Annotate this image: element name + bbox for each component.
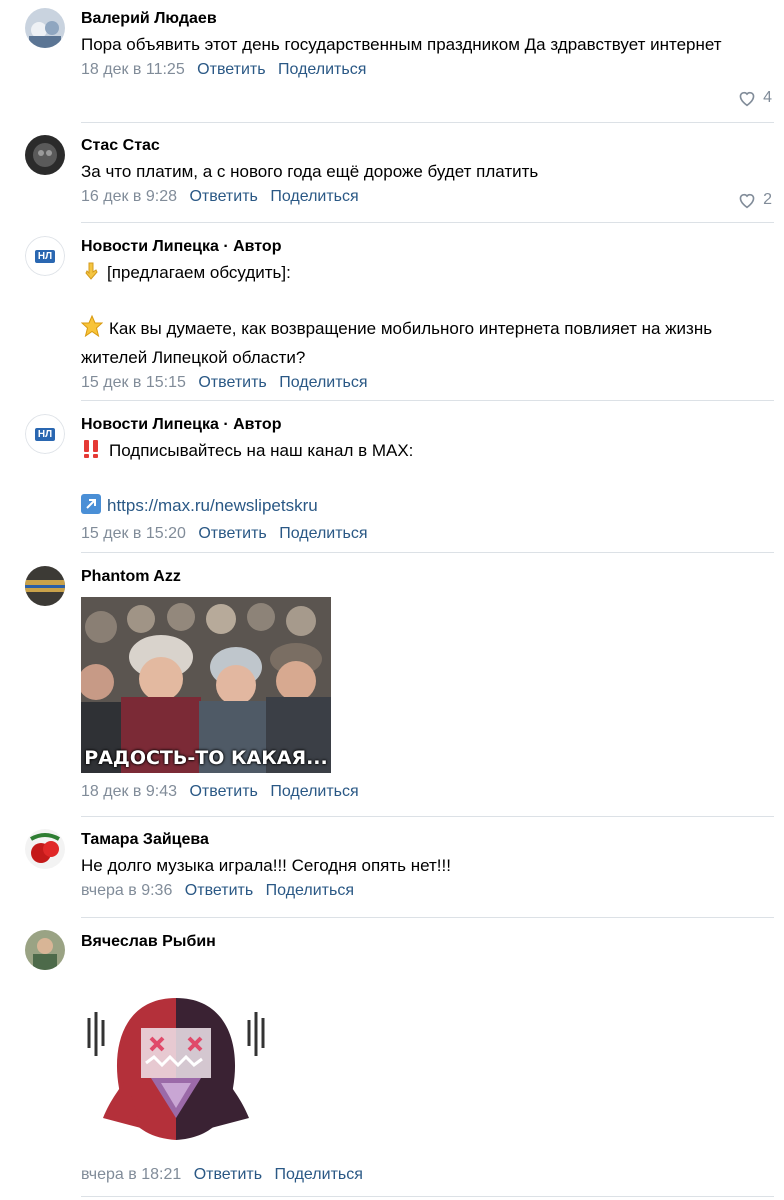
avatar[interactable] [25,829,65,869]
comment-date[interactable]: 18 дек в 11:25 [81,61,185,78]
double-exclamation-emoji [81,439,103,467]
share-link[interactable]: Поделиться [278,61,366,78]
reply-link[interactable]: Ответить [198,525,266,542]
share-link[interactable]: Поделиться [270,783,358,800]
heart-outline-icon [739,193,755,209]
share-link[interactable]: Поделиться [279,525,367,542]
comment-author[interactable]: Стас Стас [81,136,774,156]
comment-line: [предлагаем обсудить]: [107,263,291,282]
comment-meta: 15 дек в 15:20 Ответить Поделиться [81,523,774,545]
avatar[interactable] [25,8,65,48]
comment-link-row: https://max.ru/newslipetskru [81,493,774,522]
avatar[interactable]: НЛ [25,414,65,454]
comment-date[interactable]: 15 дек в 15:15 [81,374,186,391]
comment-date[interactable]: вчера в 9:36 [81,882,172,899]
reply-link[interactable]: Ответить [198,374,266,391]
comment-text: Как вы думаете, как возвращение мобильно… [80,314,761,371]
comment-date[interactable]: 15 дек в 15:20 [81,525,186,542]
comment-meta: вчера в 9:36 Ответить Поделиться [81,880,774,902]
divider [81,917,774,918]
reply-link[interactable]: Ответить [189,188,257,205]
like-count: 2 [763,191,772,208]
divider [81,400,774,401]
reply-link[interactable]: Ответить [189,783,257,800]
comment-text: [предлагаем обсудить]: [81,260,774,289]
comment-author[interactable]: Тамара Зайцева [81,830,774,850]
like-button[interactable]: 4 [737,89,772,107]
star-emoji [80,314,104,345]
comment-date[interactable]: вчера в 18:21 [81,1166,181,1183]
avatar-text: НЛ [34,427,56,441]
comment-text: Пора объявить этот день государственным … [81,35,722,54]
comment-author[interactable]: Новости Липецка · Автор [81,415,774,435]
avatar-text: НЛ [34,249,56,263]
avatar[interactable] [25,930,65,970]
comment-meta: вчера в 18:21 Ответить Поделиться [81,1164,774,1186]
reply-link[interactable]: Ответить [185,882,253,899]
comment-author[interactable]: Phantom Azz [81,567,774,587]
avatar[interactable] [25,566,65,606]
comment-line: Как вы думаете, как возвращение мобильно… [81,319,713,367]
divider [81,122,774,123]
comment-line: Подписывайтесь на наш канал в MAX: [109,441,414,460]
channel-link[interactable]: https://max.ru/newslipetskru [107,496,318,515]
meme-caption: РАДОСТЬ-ТО КАКАЯ... [84,747,328,769]
avatar[interactable] [25,135,65,175]
reply-link[interactable]: Ответить [197,61,265,78]
comment-author[interactable]: Валерий Людаев [81,9,774,29]
divider [81,816,774,817]
share-link[interactable]: Поделиться [270,188,358,205]
comment-meta: 16 дек в 9:28 Ответить Поделиться [81,186,774,208]
comment-text: Подписывайтесь на наш канал в MAX: [81,438,774,467]
divider [81,222,774,223]
comment-text: За что платим, а с нового года ещё дорож… [81,162,539,181]
comments-feed: Валерий Людаев Пора объявить этот день г… [0,0,784,1200]
anime-girl-sticker[interactable] [81,968,271,1148]
share-link[interactable]: Поделиться [279,374,367,391]
avatar[interactable]: НЛ [25,236,65,276]
comment-meta: 18 дек в 11:25 Ответить Поделиться [81,59,774,81]
comment-author[interactable]: Вячеслав Рыбин [81,932,774,952]
heart-outline-icon [739,91,755,107]
comment-date[interactable]: 16 дек в 9:28 [81,188,177,205]
comment-meta: 15 дек в 15:15 Ответить Поделиться [81,372,774,394]
comment-text: Не долго музыка играла!!! Сегодня опять … [81,856,451,875]
comment-meta: 18 дек в 9:43 Ответить Поделиться [81,781,774,803]
comment-author[interactable]: Новости Липецка · Автор [81,237,774,257]
share-link[interactable]: Поделиться [266,882,354,899]
arrow-up-right-emoji [81,494,101,522]
like-button[interactable]: 2 [737,191,772,209]
divider [81,1196,774,1197]
like-count: 4 [763,89,772,106]
reply-link[interactable]: Ответить [194,1166,262,1183]
divider [81,552,774,553]
comment-date[interactable]: 18 дек в 9:43 [81,783,177,800]
meme-image[interactable]: РАДОСТЬ-ТО КАКАЯ... [81,597,331,773]
point-down-emoji [81,261,101,289]
share-link[interactable]: Поделиться [275,1166,363,1183]
